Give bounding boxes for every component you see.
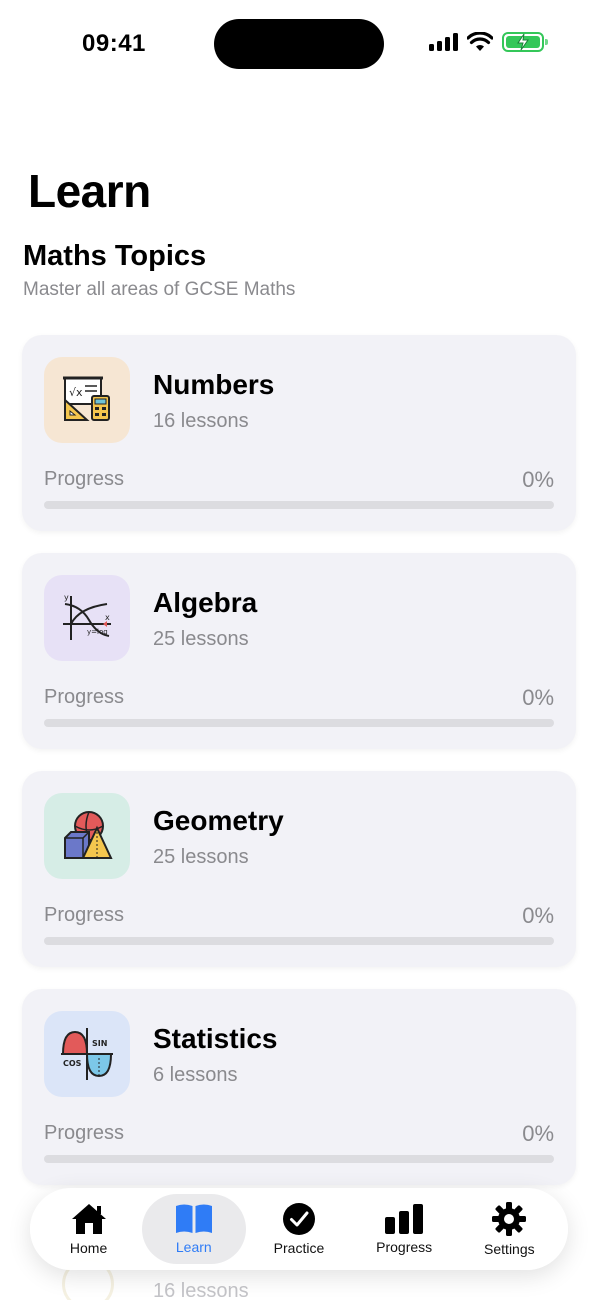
progress-bar: [44, 501, 554, 509]
progress-bar: [44, 1155, 554, 1163]
topic-title: Algebra: [153, 587, 258, 618]
sine-cosine-icon: SIN COS: [44, 1011, 130, 1097]
svg-text:y: y: [64, 593, 69, 602]
tab-label: Learn: [175, 1239, 212, 1255]
progress-bar: [44, 937, 554, 945]
svg-text:COS: COS: [63, 1059, 82, 1068]
shapes-icon: [44, 793, 130, 879]
svg-text:x: x: [105, 613, 110, 622]
next-topic-lesson-count: 16 lessons: [153, 1280, 249, 1300]
progress-bar: [44, 719, 554, 727]
bar-chart-icon: [385, 1204, 424, 1234]
house-icon: [71, 1204, 106, 1234]
status-bar: 09:41: [0, 0, 598, 90]
progress-label: Progress: [44, 904, 125, 926]
tab-label: Home: [69, 1240, 108, 1256]
dynamic-island: [214, 19, 384, 69]
svg-text:SIN: SIN: [92, 1039, 107, 1048]
progress-label: Progress: [44, 1122, 125, 1144]
wifi-icon: [467, 32, 493, 51]
status-icons: [429, 32, 548, 52]
topic-lesson-count: 25 lessons: [153, 628, 249, 650]
gear-icon: [492, 1202, 527, 1236]
graph-function-icon: y x y=log: [44, 575, 130, 661]
tab-label: Practice: [273, 1240, 325, 1256]
section-subtitle: Master all areas of GCSE Maths: [23, 279, 296, 300]
topic-title: Geometry: [153, 805, 284, 836]
tab-bar: Home Learn Practice Progress Settings: [30, 1188, 568, 1270]
tab-label: Progress: [376, 1239, 433, 1255]
status-time: 09:41: [82, 30, 146, 57]
tab-progress[interactable]: Progress: [352, 1194, 456, 1264]
tab-learn[interactable]: Learn: [141, 1194, 246, 1264]
progress-label: Progress: [44, 468, 125, 490]
tab-settings[interactable]: Settings: [457, 1194, 561, 1264]
topic-list: √x Numbers 16 lessons Progress 0% y x y=…: [22, 335, 576, 1207]
checkmark-circle-icon: [282, 1203, 315, 1235]
page-title: Learn: [28, 165, 151, 217]
progress-percentage: 0%: [522, 1121, 554, 1146]
progress-percentage: 0%: [522, 903, 554, 928]
tab-practice[interactable]: Practice: [247, 1194, 351, 1264]
cellular-signal-icon: [429, 33, 458, 51]
topic-card-geometry[interactable]: Geometry 25 lessons Progress 0%: [22, 771, 576, 967]
tab-label: Settings: [484, 1241, 535, 1257]
topic-title: Numbers: [153, 369, 275, 400]
section-title: Maths Topics: [23, 240, 207, 272]
tab-home[interactable]: Home: [37, 1194, 141, 1264]
topic-card-statistics[interactable]: SIN COS Statistics 6 lessons Progress 0%: [22, 989, 576, 1185]
topic-lesson-count: 25 lessons: [153, 846, 249, 868]
progress-percentage: 0%: [522, 685, 554, 710]
svg-text:√x: √x: [69, 386, 83, 399]
book-icon: [175, 1204, 212, 1233]
progress-label: Progress: [44, 686, 125, 708]
topic-lesson-count: 16 lessons: [153, 410, 249, 432]
topic-card-numbers[interactable]: √x Numbers 16 lessons Progress 0%: [22, 335, 576, 531]
progress-percentage: 0%: [522, 467, 554, 492]
topic-card-algebra[interactable]: y x y=log Algebra 25 lessons Progress 0%: [22, 553, 576, 749]
battery-charging-icon: [502, 32, 548, 52]
svg-text:y=log: y=log: [87, 628, 108, 636]
topic-lesson-count: 6 lessons: [153, 1064, 238, 1086]
calculator-geometry-icon: √x: [44, 357, 130, 443]
topic-title: Statistics: [153, 1023, 278, 1054]
